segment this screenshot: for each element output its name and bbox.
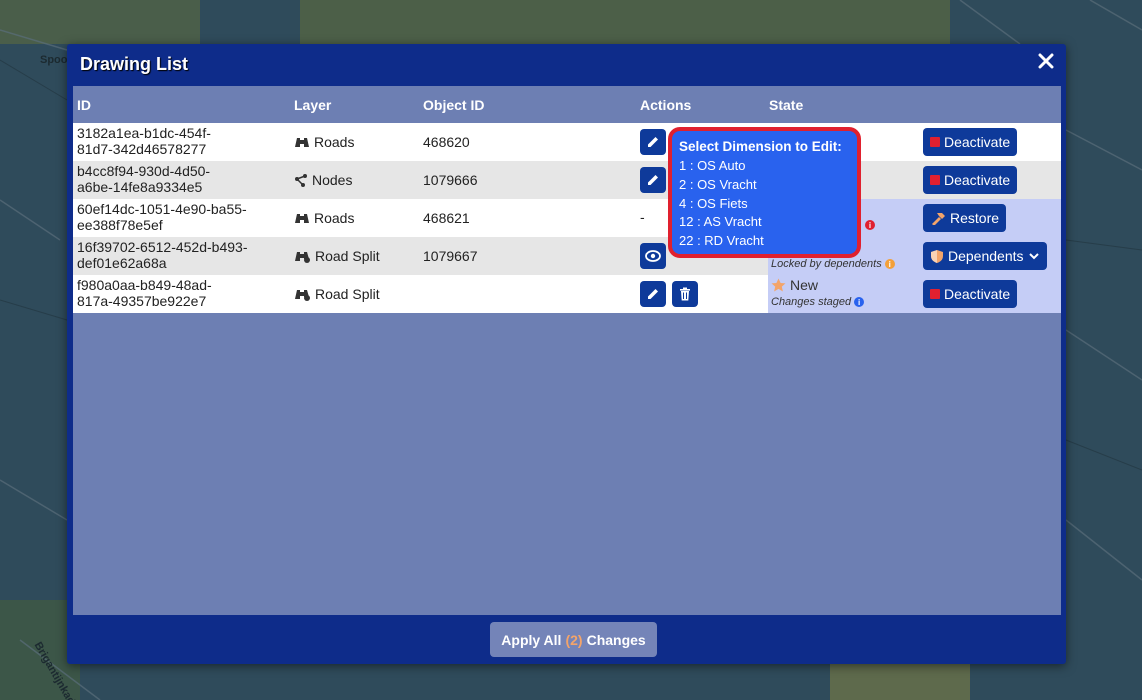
table-row: 3182a1ea-b1dc-454f- 81d7-342d46578277 Ro… [73,123,1061,161]
view-button[interactable] [640,243,666,269]
button-label: Deactivate [944,134,1011,150]
state-label: New [790,277,819,293]
dimension-option[interactable]: 12 : AS Vracht [679,213,850,232]
stop-icon [930,137,940,147]
table-row: 16f39702-6512-452d-b493- def01e62a68a Ro… [73,237,1061,275]
edit-button[interactable] [640,167,666,193]
map-label: Spoo [40,54,68,66]
drawing-list-dialog: Drawing List ID Layer Object ID Actions … [67,44,1066,664]
object-id-cell: 1079667 [423,248,478,264]
state-sub: Changes staged i [771,296,865,308]
id-line: a6be-14fe8a9334e5 [77,179,203,195]
header-object-id: Object ID [423,97,485,113]
id-line: 81d7-342d46578277 [77,141,207,157]
state-note: Changes staged [771,296,852,308]
drawing-list-panel: ID Layer Object ID Actions State 3182a1e… [73,86,1061,615]
pencil-icon [648,289,658,299]
binoculars-icon [295,138,309,147]
state-main: New [771,277,818,293]
table-row: b4cc8f94-930d-4d50- a6be-14fe8a9334e5 No… [73,161,1061,199]
table-header: ID Layer Object ID Actions State [73,86,1061,123]
road-split-icon [295,252,310,263]
trash-icon [680,287,690,301]
pencil-icon [648,137,658,147]
table-row: f980a0aa-b849-48ad- 817a-49357be922e7 Ro… [73,275,1061,313]
id-line: 3182a1ea-b1dc-454f- [77,125,211,141]
dimension-option[interactable]: 22 : RD Vracht [679,232,850,251]
dimension-option[interactable]: 4 : OS Fiets [679,195,850,214]
id-cell: 60ef14dc-1051-4e90-ba55- ee388f78e5ef [77,201,277,233]
layer-name: Roads [314,210,355,226]
restore-button[interactable]: Restore [923,204,1007,232]
layer-name: Road Split [315,248,380,264]
actions-placeholder: - [640,209,645,225]
apply-count: (2) [565,631,583,648]
stop-icon [930,289,940,299]
hammer-icon [932,213,945,225]
layer-name: Nodes [312,172,353,188]
id-line: ee388f78e5ef [77,217,163,233]
road-split-icon [295,290,310,301]
object-id-cell: 1079666 [423,172,478,188]
object-id-cell: 468621 [423,210,470,226]
header-id: ID [77,97,91,113]
close-icon[interactable] [1034,50,1058,74]
star-icon [771,278,786,292]
state-sub: Locked by dependents i [771,258,895,270]
binoculars-icon [295,214,309,223]
table-row: 60ef14dc-1051-4e90-ba55- ee388f78e5ef Ro… [73,199,1061,237]
header-state: State [769,97,804,113]
tooltip-title: Select Dimension to Edit: [679,139,842,154]
info-icon[interactable]: i [865,220,875,230]
id-line: 16f39702-6512-452d-b493- [77,239,248,255]
layer-cell: Road Split [294,248,380,264]
layer-cell: Roads [294,134,354,150]
info-icon[interactable]: i [854,297,865,307]
id-line: b4cc8f94-930d-4d50- [77,163,211,179]
deactivate-button[interactable]: Deactivate [923,280,1018,308]
dependents-button[interactable]: Dependents [923,242,1047,270]
id-line: 817a-49357be922e7 [77,293,207,309]
button-label: Dependents [948,248,1024,264]
apply-all-button[interactable]: Apply All (2) Changes [490,622,657,657]
button-label: Deactivate [944,172,1011,188]
stop-icon [930,175,940,185]
dialog-title: Drawing List [80,54,189,74]
eye-icon [645,250,661,262]
layer-name: Roads [314,134,355,150]
button-label: Deactivate [944,286,1011,302]
layer-name: Road Split [315,286,380,302]
layer-cell: Road Split [294,286,380,302]
id-cell: f980a0aa-b849-48ad- 817a-49357be922e7 [77,277,277,309]
button-label: Restore [950,210,1000,226]
header-layer: Layer [294,97,332,113]
pencil-icon [648,175,658,185]
id-cell: b4cc8f94-930d-4d50- a6be-14fe8a9334e5 [77,163,277,195]
delete-button[interactable] [672,281,698,307]
id-line: 60ef14dc-1051-4e90-ba55- [77,201,247,217]
layer-cell: Nodes [294,172,352,188]
nodes-icon [295,174,307,187]
edit-button[interactable] [640,129,666,155]
id-cell: 3182a1ea-b1dc-454f- 81d7-342d46578277 [77,125,277,157]
deactivate-button[interactable]: Deactivate [923,128,1018,156]
edit-button[interactable] [640,281,666,307]
object-id-cell: 468620 [423,134,470,150]
id-cell: 16f39702-6512-452d-b493- def01e62a68a [77,239,277,271]
id-line: def01e62a68a [77,255,167,271]
shield-icon [931,249,943,263]
header-actions: Actions [640,97,692,113]
apply-label-suffix: Changes [586,631,646,648]
deactivate-button[interactable]: Deactivate [923,166,1018,194]
dimension-option[interactable]: 2 : OS Vracht [679,176,850,195]
apply-label: Apply All [501,631,562,648]
id-line: f980a0aa-b849-48ad- [77,277,212,293]
info-icon[interactable]: i [884,259,895,269]
dimension-select-tooltip: Select Dimension to Edit: 1 : OS Auto 2 … [668,127,861,258]
chevron-down-icon [1028,253,1039,260]
state-note: Locked by dependents [771,258,882,270]
dimension-option[interactable]: 1 : OS Auto [679,157,850,176]
layer-cell: Roads [294,210,354,226]
